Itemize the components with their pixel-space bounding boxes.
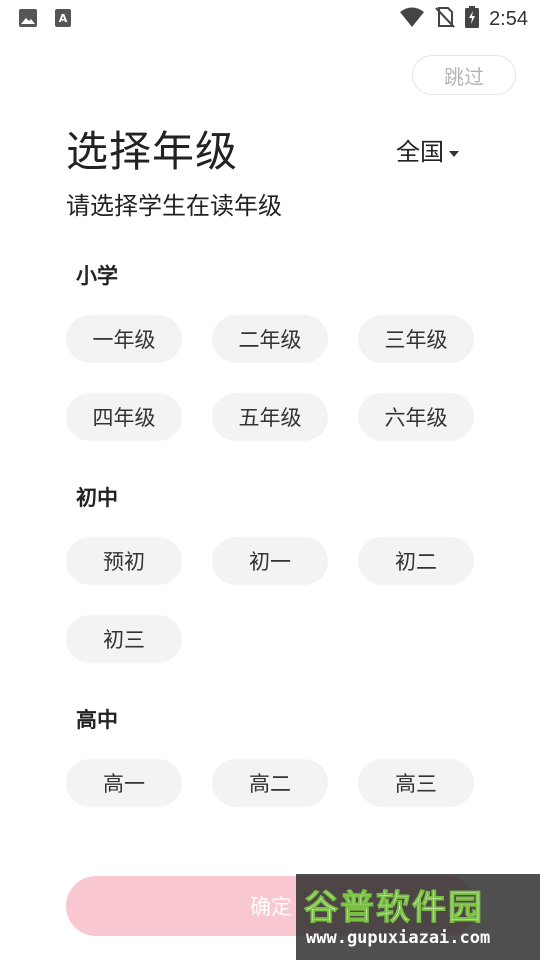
- page-title: 选择年级: [66, 127, 239, 176]
- grade-chip-junior-3[interactable]: 初三: [66, 615, 182, 663]
- grade-chip-senior-2[interactable]: 高二: [212, 759, 328, 807]
- status-bar: A 2:54: [0, 0, 540, 36]
- watermark-url: www.gupuxiazai.com: [306, 928, 491, 948]
- watermark-title: 谷普软件园: [304, 888, 484, 929]
- skip-button[interactable]: 跳过: [412, 55, 516, 95]
- page-subtitle: 请选择学生在读年级: [66, 192, 282, 220]
- section-title-junior: 初中: [76, 486, 118, 510]
- section-title-primary: 小学: [76, 264, 118, 288]
- grade-chip-junior-1[interactable]: 初一: [212, 537, 328, 585]
- grade-chip-primary-2[interactable]: 二年级: [212, 315, 328, 363]
- grade-chip-primary-1[interactable]: 一年级: [66, 315, 182, 363]
- grade-chip-senior-3[interactable]: 高三: [358, 759, 474, 807]
- grade-chip-primary-3[interactable]: 三年级: [358, 315, 474, 363]
- region-label: 全国: [396, 138, 444, 166]
- grade-chip-primary-5[interactable]: 五年级: [212, 393, 328, 441]
- region-selector[interactable]: 全国: [396, 132, 460, 167]
- grade-chip-junior-2[interactable]: 初二: [358, 537, 474, 585]
- battery-charging-icon: [465, 6, 480, 32]
- clock-time: 2:54: [489, 7, 528, 30]
- grade-chip-primary-4[interactable]: 四年级: [66, 393, 182, 441]
- svg-text:A: A: [59, 12, 68, 25]
- grade-chip-primary-6[interactable]: 六年级: [358, 393, 474, 441]
- watermark-logo: 谷普软件园 www.gupuxiazai.com: [296, 874, 540, 960]
- no-sim-icon: [435, 6, 455, 32]
- grade-chip-junior-pre[interactable]: 预初: [66, 537, 182, 585]
- caret-down-icon: [448, 136, 460, 164]
- section-title-senior: 高中: [76, 708, 118, 732]
- font-a-icon: A: [54, 8, 72, 32]
- grade-chip-senior-1[interactable]: 高一: [66, 759, 182, 807]
- image-icon: [18, 8, 38, 32]
- wifi-icon: [399, 6, 425, 32]
